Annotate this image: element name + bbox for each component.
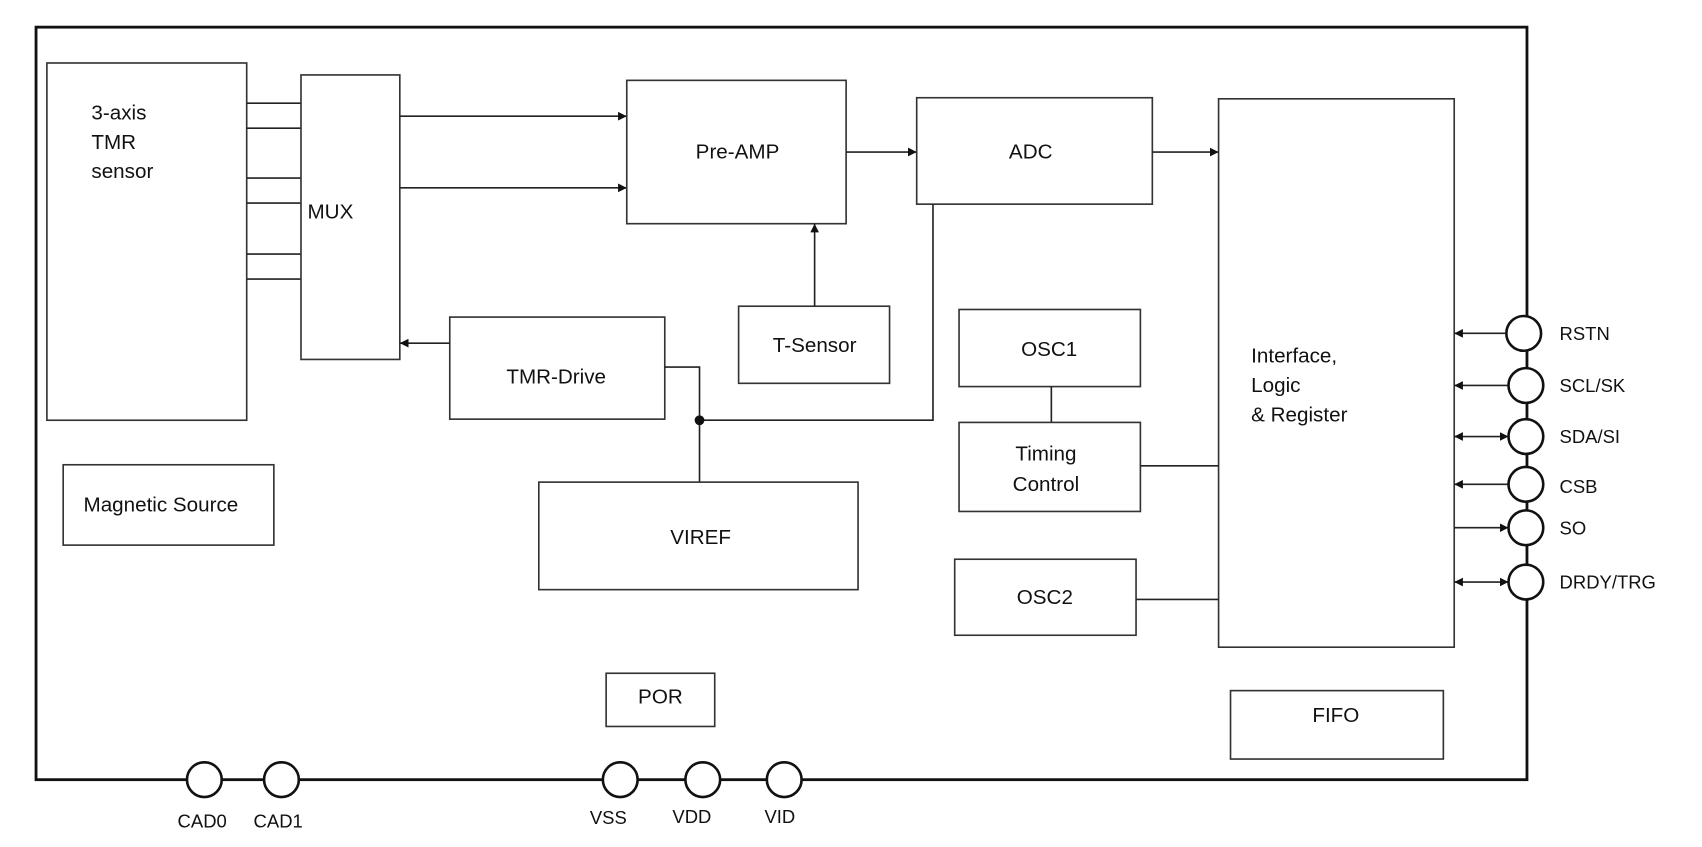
- bottom-pins: CAD0 CAD1 VSS VDD VID: [178, 760, 803, 831]
- pin-label-sda-si: SDA/SI: [1560, 426, 1621, 447]
- pin-vss: [601, 760, 639, 799]
- viref-label: VIREF: [670, 526, 731, 549]
- pin-label-scl-sk: SCL/SK: [1560, 375, 1626, 396]
- pin-vid: [765, 760, 803, 799]
- sensor-mux-wires: [246, 102, 301, 280]
- tmr-sensor-label-1: 3-axis: [91, 101, 146, 124]
- por-block: POR: [605, 672, 716, 728]
- preamp-label: Pre-AMP: [696, 141, 780, 164]
- pin-label-vss: VSS: [590, 807, 627, 828]
- tmr-sensor-label-2: TMR: [91, 131, 136, 154]
- timing-label-2: Control: [1013, 473, 1079, 496]
- magnetic-source-label: Magnetic Source: [84, 493, 239, 516]
- pin-scl-sk: [1507, 366, 1545, 405]
- timing-label-1: Timing: [1015, 442, 1076, 465]
- pin-label-cad1: CAD1: [254, 810, 303, 831]
- t-sensor-label: T-Sensor: [773, 334, 857, 357]
- interface-label-1: Interface,: [1251, 345, 1337, 368]
- pin-cad1: [262, 760, 301, 799]
- interface-logic-register-block: Interface, Logic & Register: [1217, 98, 1456, 649]
- pin-so: [1507, 509, 1545, 547]
- tmr-drive-label: TMR-Drive: [506, 365, 606, 388]
- mux-block: MUX: [300, 74, 401, 361]
- pin-cad0: [185, 760, 224, 799]
- magnetic-source-block: Magnetic Source: [62, 463, 275, 546]
- adc-block: ADC: [915, 96, 1154, 205]
- mux-label: MUX: [308, 200, 354, 223]
- drive-viref-wire: [664, 366, 701, 483]
- pin-label-rstn: RSTN: [1560, 323, 1610, 344]
- osc1-block: OSC1: [958, 308, 1142, 388]
- pin-label-cad0: CAD0: [178, 810, 227, 831]
- viref-block: VIREF: [537, 481, 859, 591]
- fifo-block: FIFO: [1229, 689, 1445, 760]
- pin-csb: [1507, 465, 1545, 503]
- tmr-sensor-label-3: sensor: [91, 160, 153, 183]
- right-pins: RSTN SCL/SK SDA/SI CSB SO DRDY/TRG: [1454, 314, 1656, 601]
- osc2-block: OSC2: [953, 558, 1137, 637]
- interface-label-2: Logic: [1251, 374, 1300, 397]
- interface-label-3: & Register: [1251, 403, 1347, 426]
- block-diagram: 3-axis TMR sensor MUX Pre-AMP ADC Interf…: [34, 25, 1656, 831]
- osc1-label: OSC1: [1021, 338, 1077, 361]
- fifo-label: FIFO: [1312, 704, 1359, 727]
- tmr-drive-block: TMR-Drive: [448, 316, 666, 420]
- osc2-label: OSC2: [1017, 586, 1073, 609]
- por-label: POR: [638, 686, 683, 709]
- pin-drdy-trg: [1507, 563, 1545, 601]
- pin-vdd: [684, 760, 722, 799]
- pin-label-vdd: VDD: [672, 806, 711, 827]
- junction-dot: [694, 415, 705, 426]
- tmr-sensor-block: 3-axis TMR sensor: [46, 62, 248, 422]
- pin-label-so: SO: [1560, 517, 1587, 538]
- pin-label-vid: VID: [764, 806, 795, 827]
- pin-sda-si: [1507, 417, 1545, 456]
- adc-label: ADC: [1009, 141, 1053, 164]
- t-sensor-block: T-Sensor: [737, 305, 891, 385]
- pin-label-drdy-trg: DRDY/TRG: [1560, 572, 1656, 593]
- preamp-block: Pre-AMP: [625, 79, 847, 225]
- pin-label-csb: CSB: [1560, 476, 1598, 497]
- timing-control-block: Timing Control: [958, 421, 1142, 513]
- pin-rstn: [1505, 314, 1543, 353]
